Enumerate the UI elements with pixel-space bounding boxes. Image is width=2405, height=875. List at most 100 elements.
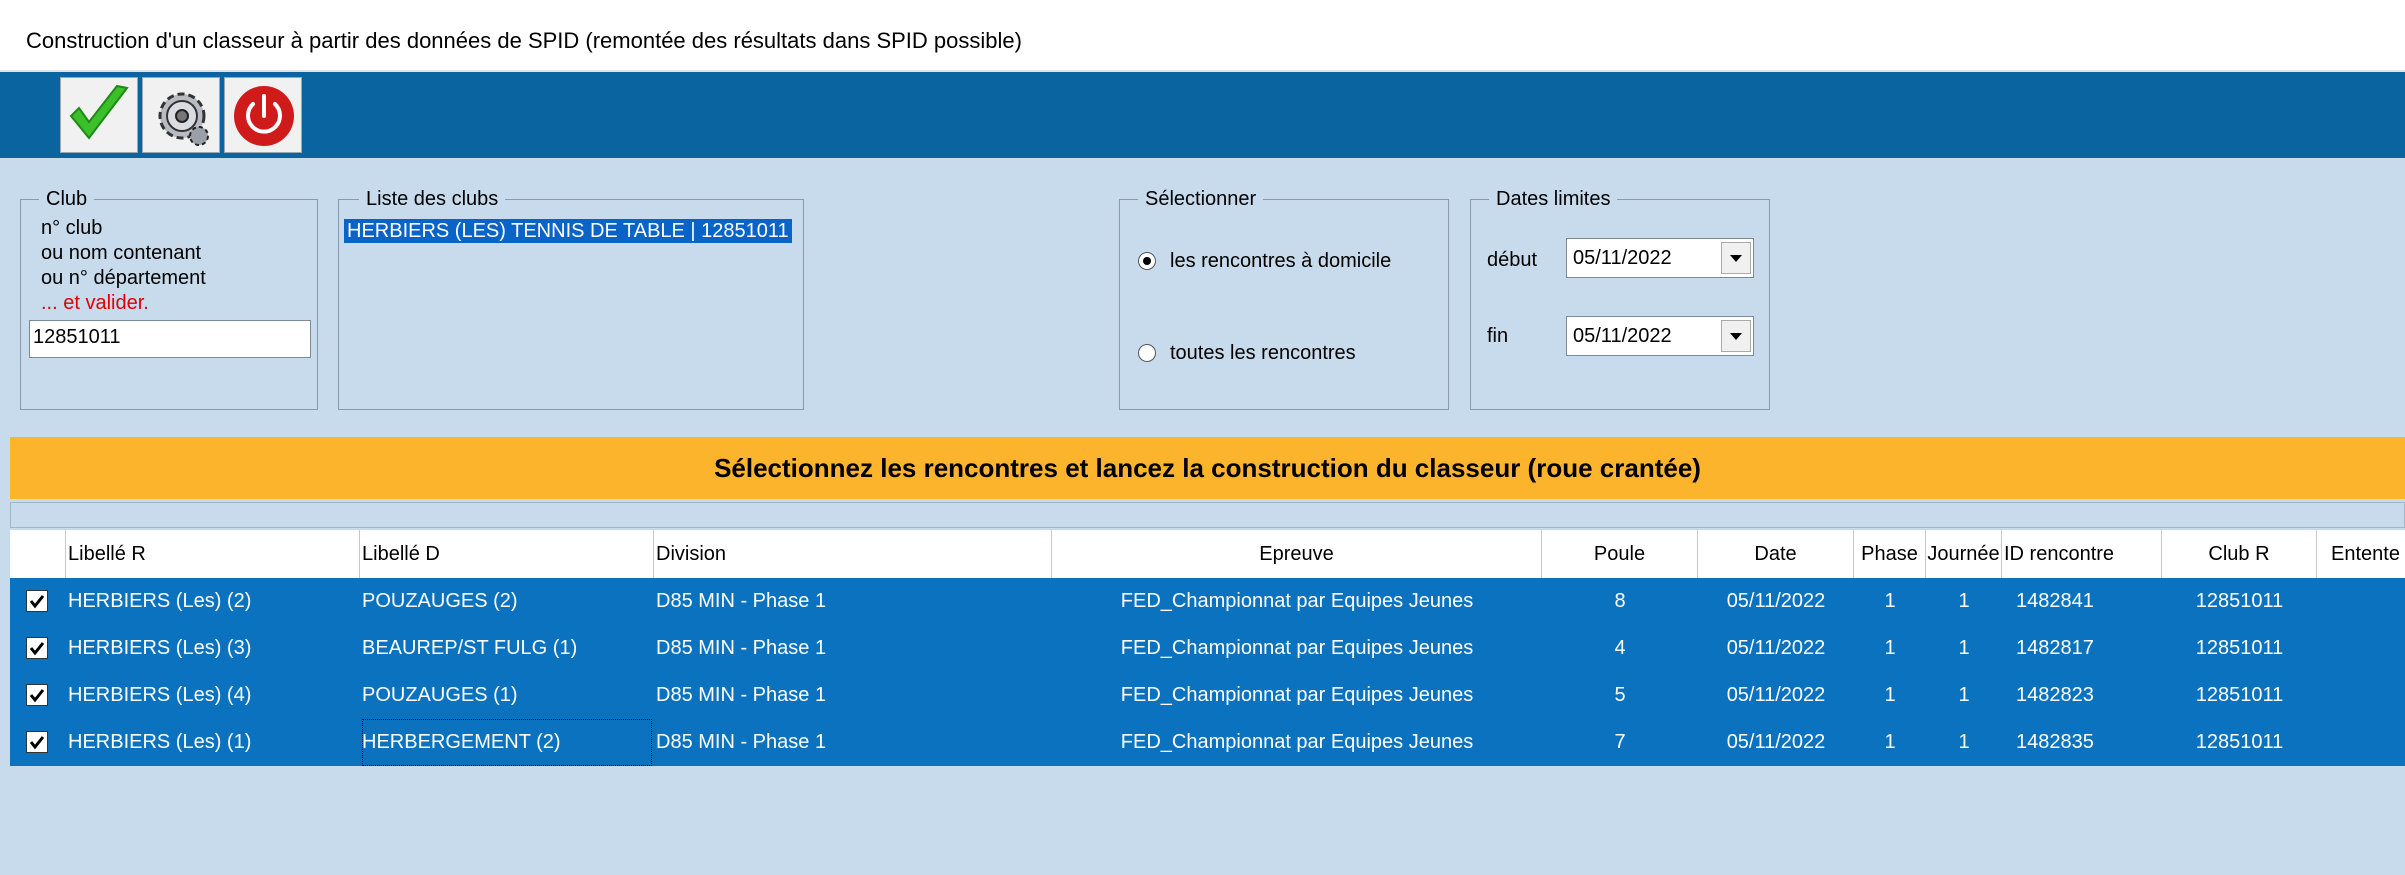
table-row[interactable]: HERBIERS (Les) (1) HERBERGEMENT (2) D85 MI…	[10, 719, 2405, 766]
club-list-item[interactable]: HERBIERS (LES) TENNIS DE TABLE | 1285101…	[344, 219, 792, 243]
all-matches-radio[interactable]	[1138, 344, 1156, 362]
start-date-picker[interactable]: 05/11/2022	[1566, 238, 1754, 278]
cell-id-rencontre[interactable]: 1482835	[2016, 719, 2162, 766]
header-division[interactable]: Division	[654, 530, 1052, 578]
row-checkbox[interactable]	[26, 590, 48, 612]
club-hint-number: n° club	[41, 217, 103, 239]
header-club-r[interactable]: Club R	[2162, 530, 2317, 578]
header-id-rencontre[interactable]: ID rencontre	[2002, 530, 2162, 578]
header-epreuve[interactable]: Epreuve	[1052, 530, 1542, 578]
cell-id-rencontre[interactable]: 1482841	[2016, 578, 2162, 625]
cell-journee[interactable]: 1	[1926, 578, 2002, 625]
cell-date[interactable]: 05/11/2022	[1698, 719, 1854, 766]
cell-journee[interactable]: 1	[1926, 625, 2002, 672]
table-row[interactable]: HERBIERS (Les) (3) BEAUREP/ST FULG (1) D85…	[10, 625, 2405, 672]
checkmark-icon	[29, 689, 45, 703]
cell-journee[interactable]: 1	[1926, 719, 2002, 766]
cell-club-r[interactable]: 12851011	[2162, 578, 2317, 625]
cell-date[interactable]: 05/11/2022	[1698, 578, 1854, 625]
cell-club-r[interactable]: 12851011	[2162, 672, 2317, 719]
header-select-column[interactable]	[10, 530, 66, 578]
cell-libelle-r[interactable]: HERBIERS (Les) (2)	[68, 578, 358, 625]
cell-libelle-d[interactable]: BEAUREP/ST FULG (1)	[362, 625, 652, 672]
cell-libelle-r[interactable]: HERBIERS (Les) (1)	[68, 719, 358, 766]
cell-club-r[interactable]: 12851011	[2162, 719, 2317, 766]
header-journee[interactable]: Journée	[1926, 530, 2002, 578]
cell-id-rencontre[interactable]: 1482817	[2016, 625, 2162, 672]
cell-libelle-d[interactable]: HERBERGEMENT (2)	[362, 719, 652, 766]
select-group-legend: Sélectionner	[1138, 188, 1264, 210]
power-icon	[234, 86, 294, 146]
cell-libelle-d[interactable]: POUZAUGES (2)	[362, 578, 652, 625]
build-workbook-button[interactable]	[142, 77, 220, 153]
end-date-label: fin	[1487, 325, 1509, 347]
cell-date[interactable]: 05/11/2022	[1698, 672, 1854, 719]
cell-division[interactable]: D85 MIN - Phase 1	[656, 578, 1050, 625]
club-hint-department: ou n° département	[41, 267, 206, 289]
club-group-legend: Club	[39, 188, 95, 210]
quit-button[interactable]	[224, 77, 302, 153]
row-checkbox[interactable]	[26, 731, 48, 753]
cell-libelle-d[interactable]: POUZAUGES (1)	[362, 672, 652, 719]
dates-group-legend: Dates limites	[1489, 188, 1618, 210]
cell-division[interactable]: D85 MIN - Phase 1	[656, 719, 1050, 766]
select-group: Sélectionner les rencontres à domicile t…	[1119, 188, 1449, 410]
validate-button[interactable]	[60, 77, 138, 153]
cell-epreuve[interactable]: FED_Championnat par Equipes Jeunes	[1052, 719, 1542, 766]
clubs-list-group: Liste des clubs HERBIERS (LES) TENNIS DE…	[338, 188, 804, 410]
toolbar	[0, 72, 2405, 158]
start-date-value: 05/11/2022	[1573, 247, 1672, 269]
home-matches-label[interactable]: les rencontres à domicile	[1170, 250, 1391, 272]
row-checkbox[interactable]	[26, 684, 48, 706]
grid-header: Libellé R Libellé D Division Epreuve Pou…	[10, 530, 2405, 579]
cell-division[interactable]: D85 MIN - Phase 1	[656, 672, 1050, 719]
header-date[interactable]: Date	[1698, 530, 1854, 578]
chevron-down-icon[interactable]	[1721, 320, 1751, 352]
window-title: Construction d'un classeur à partir des …	[26, 28, 1022, 53]
header-poule[interactable]: Poule	[1542, 530, 1698, 578]
cell-id-rencontre[interactable]: 1482823	[2016, 672, 2162, 719]
cell-phase[interactable]: 1	[1854, 672, 1926, 719]
table-row[interactable]: HERBIERS (Les) (2) POUZAUGES (2) D85 MIN -…	[10, 578, 2405, 625]
cell-epreuve[interactable]: FED_Championnat par Equipes Jeunes	[1052, 625, 1542, 672]
cell-poule[interactable]: 5	[1542, 672, 1698, 719]
cell-phase[interactable]: 1	[1854, 578, 1926, 625]
header-phase[interactable]: Phase	[1854, 530, 1926, 578]
cell-journee[interactable]: 1	[1926, 672, 2002, 719]
cell-date[interactable]: 05/11/2022	[1698, 625, 1854, 672]
dates-group: Dates limites début 05/11/2022 fin 05/11…	[1470, 188, 1770, 410]
cell-libelle-r[interactable]: HERBIERS (Les) (3)	[68, 625, 358, 672]
end-date-picker[interactable]: 05/11/2022	[1566, 316, 1754, 356]
clubs-listbox[interactable]: HERBIERS (LES) TENNIS DE TABLE | 1285101…	[340, 214, 802, 408]
all-matches-label[interactable]: toutes les rencontres	[1170, 342, 1356, 364]
row-checkbox[interactable]	[26, 637, 48, 659]
cell-libelle-r[interactable]: HERBIERS (Les) (4)	[68, 672, 358, 719]
cell-poule[interactable]: 4	[1542, 625, 1698, 672]
end-date-value: 05/11/2022	[1573, 325, 1672, 347]
cell-epreuve[interactable]: FED_Championnat par Equipes Jeunes	[1052, 578, 1542, 625]
matches-grid: Libellé R Libellé D Division Epreuve Pou…	[10, 530, 2405, 875]
checkmark-icon	[29, 595, 45, 609]
cell-epreuve[interactable]: FED_Championnat par Equipes Jeunes	[1052, 672, 1542, 719]
cell-club-r[interactable]: 12851011	[2162, 625, 2317, 672]
instruction-banner: Sélectionnez les rencontres et lancez la…	[10, 437, 2405, 499]
header-libelle-r[interactable]: Libellé R	[66, 530, 360, 578]
clubs-list-legend: Liste des clubs	[359, 188, 506, 210]
club-search-input[interactable]: 12851011	[29, 320, 311, 358]
home-matches-radio[interactable]	[1138, 252, 1156, 270]
start-date-label: début	[1487, 249, 1538, 271]
club-group: Club n° club ou nom contenant ou n° dépa…	[20, 188, 318, 410]
table-row[interactable]: HERBIERS (Les) (4) POUZAUGES (1) D85 MIN -…	[10, 672, 2405, 719]
cell-phase[interactable]: 1	[1854, 719, 1926, 766]
chevron-down-icon[interactable]	[1721, 242, 1751, 274]
checkmark-icon	[29, 642, 45, 656]
validate-hint: ... et valider.	[41, 292, 149, 314]
cell-poule[interactable]: 7	[1542, 719, 1698, 766]
header-libelle-d[interactable]: Libellé D	[360, 530, 654, 578]
filter-strip	[10, 502, 2405, 528]
cell-poule[interactable]: 8	[1542, 578, 1698, 625]
header-entente[interactable]: Entente	[2317, 530, 2405, 578]
checkmark-icon	[29, 736, 45, 750]
cell-division[interactable]: D85 MIN - Phase 1	[656, 625, 1050, 672]
cell-phase[interactable]: 1	[1854, 625, 1926, 672]
